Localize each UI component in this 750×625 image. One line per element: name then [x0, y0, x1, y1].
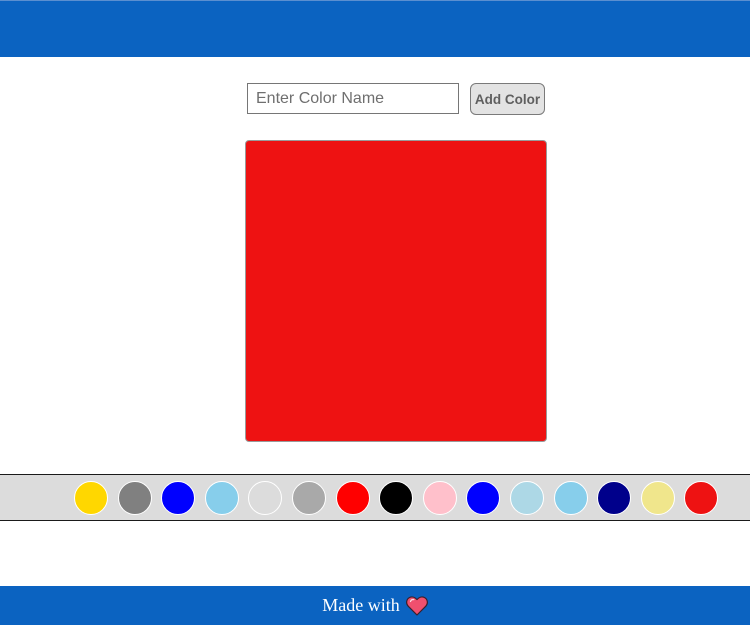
color-swatch[interactable] — [118, 481, 152, 515]
color-name-input[interactable] — [247, 83, 459, 114]
heart-icon — [405, 595, 428, 616]
color-preview-box — [245, 140, 547, 442]
header-bar — [0, 0, 750, 57]
color-swatch[interactable] — [161, 481, 195, 515]
add-color-button[interactable]: Add Color — [470, 83, 545, 115]
color-swatch[interactable] — [510, 481, 544, 515]
color-swatch[interactable] — [205, 481, 239, 515]
color-swatch[interactable] — [684, 481, 718, 515]
color-swatch[interactable] — [423, 481, 457, 515]
color-swatch[interactable] — [248, 481, 282, 515]
color-swatch[interactable] — [597, 481, 631, 515]
footer-text: Made with — [322, 595, 400, 615]
color-swatch[interactable] — [641, 481, 675, 515]
color-swatch[interactable] — [466, 481, 500, 515]
color-swatch[interactable] — [336, 481, 370, 515]
color-swatch[interactable] — [379, 481, 413, 515]
page: Add Color Made with — [0, 0, 750, 625]
heart-icon-graphic — [405, 595, 428, 616]
color-swatch[interactable] — [292, 481, 326, 515]
color-swatch[interactable] — [74, 481, 108, 515]
color-swatch-bar — [0, 474, 750, 521]
color-swatch[interactable] — [554, 481, 588, 515]
footer: Made with — [0, 586, 750, 625]
